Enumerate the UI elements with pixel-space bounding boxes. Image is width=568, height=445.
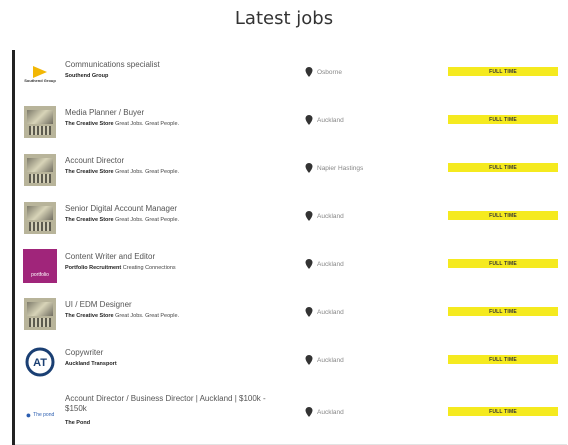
job-location: Napier Hastings — [305, 163, 363, 173]
job-type-badge: FULL TIME — [448, 355, 558, 364]
job-company: The Creative Store Great Jobs. Great Peo… — [65, 313, 180, 319]
job-title[interactable]: UI / EDM Designer — [65, 300, 295, 310]
job-company: Auckland Transport — [65, 361, 117, 367]
job-company: Southend Group — [65, 73, 109, 79]
svg-text:AT: AT — [33, 357, 47, 369]
job-type-badge: FULL TIME — [448, 259, 558, 268]
job-location: Auckland — [305, 259, 344, 269]
location-pin-icon — [305, 163, 313, 173]
job-location: Auckland — [305, 211, 344, 221]
job-company: The Creative Store Great Jobs. Great Peo… — [65, 217, 180, 223]
location-pin-icon — [305, 67, 313, 77]
creative-store-logo — [23, 297, 57, 331]
job-row[interactable]: Southend Group Communications specialist… — [15, 50, 567, 99]
job-row[interactable]: UI / EDM Designer The Creative Store Gre… — [15, 290, 567, 339]
page-title: Latest jobs — [234, 8, 334, 29]
job-title[interactable]: Account Director / Business Director | A… — [65, 394, 280, 414]
creative-store-logo — [23, 201, 57, 235]
job-location: Auckland — [305, 355, 344, 365]
job-row[interactable]: Account Director The Creative Store Grea… — [15, 146, 567, 195]
job-title[interactable]: Communications specialist — [65, 60, 295, 70]
auckland-transport-logo: AT — [23, 345, 57, 379]
location-pin-icon — [305, 307, 313, 317]
location-pin-icon — [305, 259, 313, 269]
job-title[interactable]: Account Director — [65, 156, 295, 166]
job-title[interactable]: Content Writer and Editor — [65, 252, 295, 262]
job-list: Southend Group Communications specialist… — [12, 50, 567, 445]
job-type-badge: FULL TIME — [448, 67, 558, 76]
job-title[interactable]: Senior Digital Account Manager — [65, 204, 295, 214]
location-pin-icon — [305, 355, 313, 365]
job-row[interactable]: Senior Digital Account Manager The Creat… — [15, 194, 567, 243]
job-location: Osborne — [305, 67, 342, 77]
location-pin-icon — [305, 211, 313, 221]
job-type-badge: FULL TIME — [448, 211, 558, 220]
job-location: Auckland — [305, 407, 344, 417]
job-title[interactable]: Copywriter — [65, 348, 295, 358]
creative-store-logo — [23, 105, 57, 139]
job-type-badge: FULL TIME — [448, 407, 558, 416]
job-company: The Creative Store Great Jobs. Great Peo… — [65, 121, 180, 127]
job-location: Auckland — [305, 307, 344, 317]
creative-store-logo — [23, 153, 57, 187]
location-pin-icon — [305, 407, 313, 417]
location-pin-icon — [305, 115, 313, 125]
job-type-badge: FULL TIME — [448, 163, 558, 172]
job-row[interactable]: ● The pond Account Director / Business D… — [15, 386, 567, 445]
southend-logo: Southend Group — [23, 57, 57, 91]
job-title[interactable]: Media Planner / Buyer — [65, 108, 295, 118]
job-row[interactable]: Media Planner / Buyer The Creative Store… — [15, 98, 567, 147]
job-row[interactable]: AT Copywriter Auckland Transport Aucklan… — [15, 338, 567, 387]
job-company: Portfolio Recruitment Creating Connectio… — [65, 265, 176, 271]
job-company: The Pond — [65, 420, 91, 426]
the-pond-logo: ● The pond — [25, 410, 55, 420]
job-row[interactable]: portfolio Content Writer and Editor Port… — [15, 242, 567, 291]
job-company: The Creative Store Great Jobs. Great Peo… — [65, 169, 180, 175]
job-type-badge: FULL TIME — [448, 115, 558, 124]
job-type-badge: FULL TIME — [448, 307, 558, 316]
job-location: Auckland — [305, 115, 344, 125]
portfolio-logo: portfolio — [23, 249, 57, 283]
